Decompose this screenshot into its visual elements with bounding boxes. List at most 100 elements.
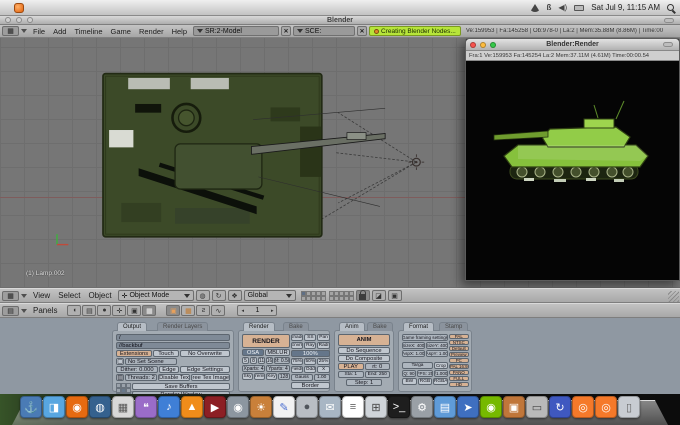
color-mode-toggle[interactable]: BW [402,378,417,385]
header-menu-item[interactable]: Game [107,27,135,36]
nvidia-icon[interactable]: ◉ [480,396,502,418]
header-menu-item[interactable]: Add [49,27,70,36]
size-preset-button[interactable]: 25% [317,358,329,365]
do-composite-toggle[interactable]: Do Composite [338,355,390,362]
viewport-menu-item[interactable]: View [29,291,54,300]
printer-icon[interactable]: ▭ [526,396,548,418]
osa-value-button[interactable]: 8 [250,357,257,364]
header-collapse-icon[interactable] [21,29,27,33]
quality-field[interactable]: Q: 90 [402,370,416,377]
format-preset-button[interactable]: Preview [449,352,469,357]
tab-format[interactable]: Format [403,322,434,331]
size-100-toggle[interactable]: 100% [291,350,330,357]
bluetooth-icon[interactable]: ß [547,3,552,12]
game-framing-button[interactable]: Game framing settings [402,334,448,341]
orientation-selector[interactable]: Global [244,290,296,301]
preview-icon[interactable]: ▦ [112,396,134,418]
context-object-button[interactable]: ✛ [112,305,126,316]
yparts-field[interactable]: Yparts: 4 [266,365,290,372]
touch-toggle[interactable]: Touch [153,350,179,357]
idvd-icon[interactable]: ☀ [250,396,272,418]
blender-app-menu-icon[interactable] [14,3,24,13]
size-x-field[interactable]: SizeX: 400 [402,342,425,349]
osa-value-button[interactable]: 5 [242,357,249,364]
crop-toggle[interactable]: Crop [434,362,448,369]
rt-field[interactable]: rt: 0 [365,363,391,370]
render-feature-toggle[interactable]: SS [304,334,316,341]
render-button[interactable]: RENDER [242,334,290,348]
chat-icon[interactable]: ❝ [135,396,157,418]
layer-toggle[interactable] [321,296,326,301]
blur-factor-field[interactable]: Bf: 0.50 [274,357,290,364]
size-preset-button[interactable]: 75% [291,358,303,365]
editor-type-button[interactable]: ▦ [2,291,19,301]
format-preset-button[interactable]: PC [449,358,469,363]
finder-icon[interactable]: ◨ [43,396,65,418]
render-path-field[interactable]: / [116,334,230,341]
draw-mode-button[interactable]: ◍ [196,290,210,301]
blue-swirl-icon[interactable]: ↻ [549,396,571,418]
toolbar-lozenge[interactable] [664,18,674,23]
edge-settings-button[interactable]: Edge Settings [180,366,230,373]
context-scene-button[interactable]: ▦ [142,305,156,316]
fps-field[interactable]: FPS: 25 [417,370,433,377]
backbuf-field[interactable]: //backbuf [116,342,230,349]
format-preset-button[interactable]: FULL [449,376,469,381]
frame-value[interactable]: 1 [256,307,260,314]
screen-selector[interactable]: SR:2-Model [193,26,279,36]
asp-y-field[interactable]: AspY: 1.00 [426,350,449,357]
fields-toggle[interactable]: Odd [304,366,316,373]
vlc-icon[interactable]: ▲ [181,396,203,418]
subcontext-sound-button[interactable]: ∿ [211,305,225,316]
size-y-field[interactable]: SizeY: 400 [426,342,449,349]
spotlight-icon[interactable] [667,4,674,11]
fields-toggle[interactable]: Fields [291,366,303,373]
render-border-button[interactable]: ▣ [388,290,402,301]
alpha-mode-toggle[interactable]: Premul [254,373,265,380]
color-mode-toggle[interactable]: RGB [418,378,433,385]
tank-hull[interactable] [103,74,322,237]
itunes-icon[interactable]: ♪ [158,396,180,418]
render-feature-toggle[interactable]: Ray [304,342,316,349]
anim-button[interactable]: ANIM [338,334,390,346]
photo-app-icon[interactable]: ◉ [227,396,249,418]
resize-grip[interactable] [668,291,679,302]
subcontext-sequencer-button[interactable]: ▦ [181,305,195,316]
system-preferences-icon[interactable]: ⚙ [411,396,433,418]
blender-window-titlebar[interactable]: Blender [0,16,680,25]
tab-anim[interactable]: Anim [339,322,365,331]
render-feature-toggle[interactable]: Radi [317,342,329,349]
alpha-mode-toggle[interactable]: Key [266,373,277,380]
asp-x-field[interactable]: AspX: 1.00 [402,350,425,357]
disable-tex-toggle[interactable]: Disable Tex [158,374,190,381]
editor-type-button[interactable]: ▦ [2,26,19,36]
render-window[interactable]: Blender:Render Fra:1 Ve:159953 Fa:145254… [465,38,680,281]
lamp-object[interactable] [409,154,425,170]
xparts-field[interactable]: Xparts: 4 [242,365,265,372]
save-buffers-toggle[interactable]: Save Buffers [132,383,230,390]
tab-anim-2[interactable]: Bake [367,322,393,331]
textedit-icon[interactable]: ≡ [342,396,364,418]
subcontext-anim-button[interactable]: ƨ [196,305,210,316]
no-set-scene-toggle[interactable]: No Set Scene [125,358,177,365]
anchor-app-icon[interactable]: ⚓ [20,396,42,418]
filter-menu[interactable]: Gauss [291,374,313,381]
filter-size-field[interactable]: 1.00 [314,374,330,381]
osa-value-button[interactable]: 16 [266,357,273,364]
frame-next-icon[interactable]: ▸ [271,308,274,314]
frontrow-icon[interactable]: ▶ [204,396,226,418]
header-menu-item[interactable]: Help [168,27,191,36]
menu-bar-clock[interactable]: Sat Jul 9, 11:15 AM [591,3,660,12]
lock-view-button[interactable] [356,290,370,301]
edge-toggle[interactable]: Edge [159,366,179,373]
layer-toggle[interactable] [349,296,354,301]
terminal-icon[interactable]: >_ [388,396,410,418]
color-mode-toggle[interactable]: RGBA [433,378,448,385]
volume-icon[interactable]: ◀) [558,3,567,12]
border-toggle[interactable]: Border [291,382,330,389]
extensions-toggle[interactable]: Extensions [116,350,152,357]
osa-value-button[interactable]: 11 [258,357,265,364]
tab-bake[interactable]: Bake [283,322,309,331]
viewport-menu-item[interactable]: Select [54,291,84,300]
format-preset-button[interactable]: PAL [449,334,469,339]
